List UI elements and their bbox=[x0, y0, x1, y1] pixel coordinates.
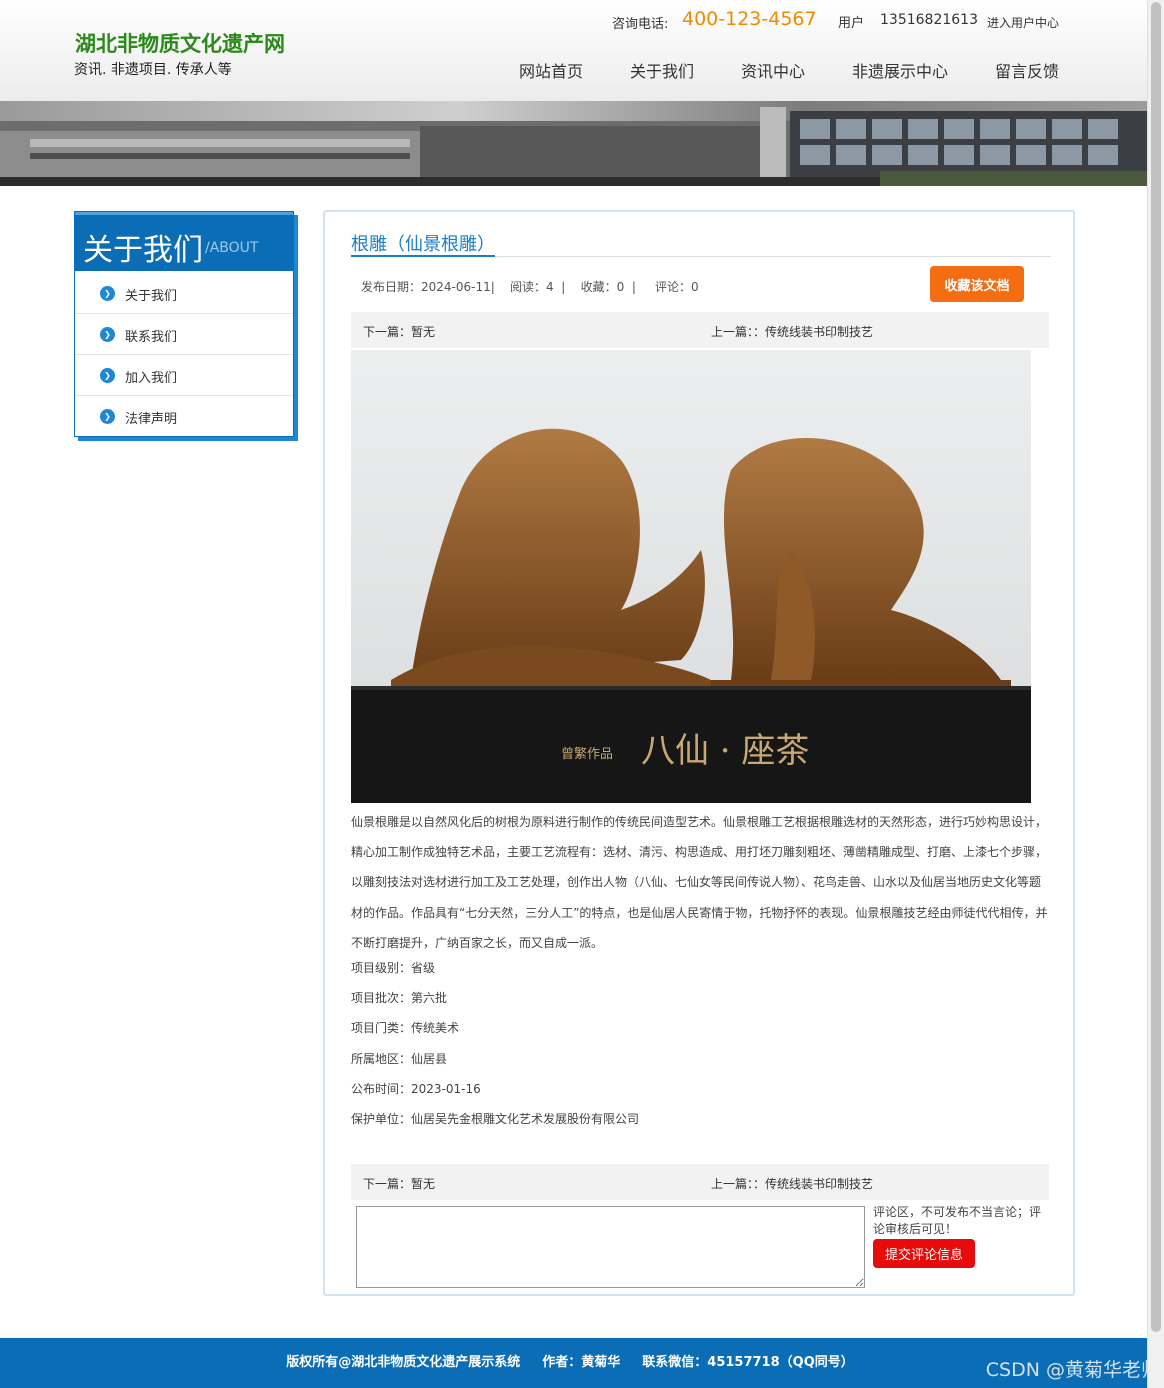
info-batch: 项目批次：第六批 bbox=[351, 991, 448, 1006]
prev-article-link[interactable]: 上一篇：：传统线装书印制技艺 bbox=[711, 323, 873, 340]
arrow-right-icon: ❯ bbox=[100, 286, 115, 301]
sidebar-item-about[interactable]: ❯ 关于我们 bbox=[75, 273, 293, 314]
article-panel: 根雕（仙景根雕） 发布日期：2024-06-11| 阅读：4 | 收藏：0 | … bbox=[323, 210, 1075, 1296]
arrow-right-icon: ❯ bbox=[100, 368, 115, 383]
site-title[interactable]: 湖北非物质文化遗产网 bbox=[75, 28, 285, 58]
info-protector: 保护单位：仙居吴先金根雕文化艺术发展股份有限公司 bbox=[351, 1111, 640, 1126]
sidebar: 关于我们 /ABOUT ❯ 关于我们 ❯ 联系我们 ❯ 加入我们 ❯ 法律声明 bbox=[74, 211, 294, 437]
comment-textarea[interactable] bbox=[356, 1206, 865, 1288]
footer-author: 作者：黄菊华 bbox=[542, 1355, 621, 1370]
sidebar-header: 关于我们 /ABOUT bbox=[75, 212, 293, 271]
nav-home[interactable]: 网站首页 bbox=[519, 58, 583, 82]
sidebar-title-en: /ABOUT bbox=[205, 240, 259, 256]
sidebar-item-label: 法律声明 bbox=[125, 412, 178, 427]
info-level: 项目级别：省级 bbox=[351, 961, 436, 975]
sidebar-item-label: 关于我们 bbox=[125, 289, 178, 304]
article-image: 曾繁作品 八仙 · 座茶 bbox=[351, 350, 1031, 803]
image-inscription: 八仙 · 座茶 bbox=[641, 731, 809, 771]
page-scrollbar[interactable] bbox=[1147, 0, 1164, 1388]
nav-heritage[interactable]: 非遗展示中心 bbox=[852, 58, 948, 82]
comment-note: 评论区，不可发布不当言论；评论审核后可见！ bbox=[873, 1205, 1042, 1236]
footer-text: 版权所有@湖北非物质文化遗产展示系统 作者：黄菊华 联系微信：45157718（QQ… bbox=[0, 1338, 1140, 1388]
article-title: 根雕（仙景根雕） bbox=[351, 234, 495, 255]
site-footer: 版权所有@湖北非物质文化遗产展示系统 作者：黄菊华 联系微信：45157718（QQ… bbox=[0, 1338, 1147, 1388]
footer-contact: 联系微信：45157718（QQ同号） bbox=[642, 1355, 854, 1370]
page: { "header": { "site_title": "湖北非物质文化遗产网"… bbox=[0, 0, 1164, 1388]
next-article-link[interactable]: 下一篇：暂无 bbox=[363, 323, 435, 340]
user-label: 用户 bbox=[838, 16, 865, 31]
sidebar-item-legal[interactable]: ❯ 法律声明 bbox=[75, 396, 293, 437]
user-center-link[interactable]: 进入用户中心 bbox=[987, 14, 1059, 31]
article-meta: 发布日期：2024-06-11| 阅读：4 | 收藏：0 | 评论：0 bbox=[361, 280, 699, 294]
info-region: 所属地区：仙居县 bbox=[351, 1051, 448, 1066]
nav-news[interactable]: 资讯中心 bbox=[741, 58, 805, 82]
sidebar-item-join[interactable]: ❯ 加入我们 bbox=[75, 355, 293, 396]
sidebar-item-label: 加入我们 bbox=[125, 371, 178, 386]
info-date: 公布时间：2023-01-16 bbox=[351, 1081, 481, 1096]
prev-next-bar-top: 下一篇：暂无 上一篇：：传统线装书印制技艺 bbox=[351, 312, 1049, 348]
user-phone[interactable]: 13516821613 bbox=[880, 12, 978, 28]
article-body: 仙景根雕是以自然风化后的树根为原料进行制作的传统民间造型艺术。仙景根雕工艺根据根… bbox=[351, 815, 1048, 950]
phone-label: 咨询电话: bbox=[612, 17, 669, 32]
footer-copyright: 版权所有@湖北非物质文化遗产展示系统 bbox=[286, 1355, 521, 1370]
banner-image bbox=[0, 101, 1147, 186]
phone-number: 400-123-4567 bbox=[682, 8, 817, 30]
nav-feedback[interactable]: 留言反馈 bbox=[995, 58, 1059, 82]
csdn-watermark: CSDN @黄菊华老师 bbox=[985, 1359, 1160, 1381]
prev-article-link[interactable]: 上一篇：：传统线装书印制技艺 bbox=[711, 1175, 873, 1192]
sidebar-item-contact[interactable]: ❯ 联系我们 bbox=[75, 314, 293, 355]
nav-about[interactable]: 关于我们 bbox=[630, 58, 694, 82]
info-category: 项目门类：传统美术 bbox=[351, 1021, 460, 1036]
next-article-link[interactable]: 下一篇：暂无 bbox=[363, 1175, 435, 1192]
arrow-right-icon: ❯ bbox=[100, 327, 115, 342]
submit-comment-button[interactable]: 提交评论信息 bbox=[873, 1239, 975, 1268]
sidebar-title: 关于我们 bbox=[83, 233, 203, 268]
site-header: 湖北非物质文化遗产网 资讯. 非遗项目. 传承人等 咨询电话: 400-123-… bbox=[0, 0, 1147, 101]
arrow-right-icon: ❯ bbox=[100, 409, 115, 424]
favorite-button[interactable]: 收藏该文档 bbox=[930, 266, 1024, 302]
image-inscription-small: 曾繁作品 bbox=[561, 746, 613, 762]
project-info: 项目级别：省级 项目批次：第六批 项目门类：传统美术 所属地区：仙居县 公布时间… bbox=[351, 953, 639, 1134]
prev-next-bar-bottom: 下一篇：暂无 上一篇：：传统线装书印制技艺 bbox=[351, 1164, 1049, 1200]
main-nav: 网站首页 关于我们 资讯中心 非遗展示中心 留言反馈 bbox=[0, 58, 1147, 82]
scrollbar-thumb[interactable] bbox=[1151, 2, 1161, 1332]
sidebar-item-label: 联系我们 bbox=[125, 330, 178, 345]
title-underline bbox=[351, 255, 495, 257]
